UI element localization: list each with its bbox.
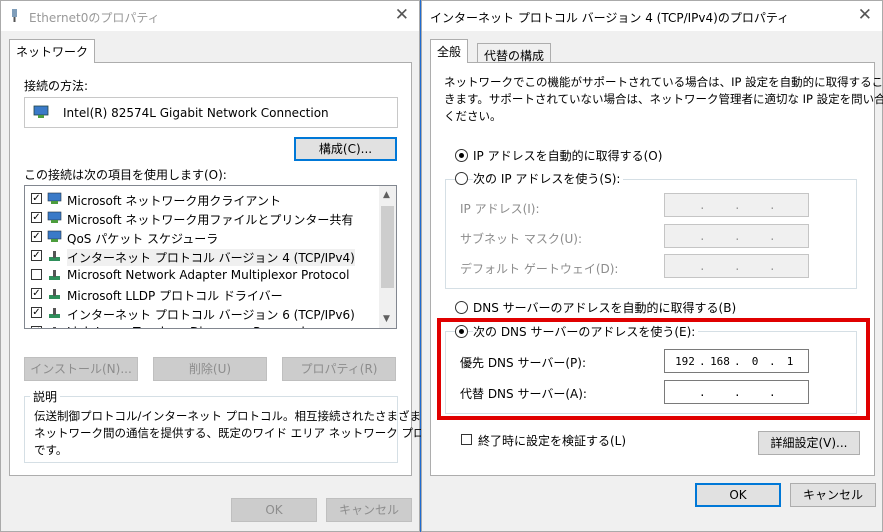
ethernet-properties-window: Ethernet0のプロパティ ✕ ネットワーク 接続の方法: Intel(R)… bbox=[0, 0, 459, 532]
tab-panel: 接続の方法: Intel(R) 82574L Gigabit Network C… bbox=[9, 62, 459, 476]
item-label: Microsoft ネットワーク用ファイルとプリンター共有 bbox=[67, 213, 354, 227]
install-button[interactable]: インストール(N)... bbox=[24, 357, 138, 381]
item-checkbox[interactable]: ✓ bbox=[31, 212, 42, 223]
items-label: この接続は次の項目を使用します(O): bbox=[24, 168, 227, 182]
title-bar[interactable]: インターネット プロトコル バージョン 4 (TCP/IPv4)のプロパティ ✕ bbox=[422, 1, 882, 31]
file-printer-sharing-icon bbox=[47, 211, 62, 223]
ip-address-label: IP アドレス(I): bbox=[460, 202, 540, 216]
connect-using-label: 接続の方法: bbox=[24, 79, 89, 93]
network-client-icon bbox=[47, 192, 62, 204]
advanced-button[interactable]: 詳細設定(V)... bbox=[758, 431, 860, 455]
ip-manual-label[interactable]: 次の IP アドレスを使う(S): bbox=[473, 170, 624, 187]
validate-label[interactable]: 終了時に設定を検証する(L) bbox=[478, 432, 626, 449]
adapter-box: Intel(R) 82574L Gigabit Network Connecti… bbox=[24, 97, 398, 128]
intro-text-2: きます。サポートされていない場合は、ネットワーク管理者に適切な IP 設定を問い… bbox=[444, 92, 883, 106]
scroll-thumb[interactable] bbox=[381, 206, 394, 288]
list-item[interactable]: ✓ Link-Layer Topology Discovery Responder bbox=[31, 323, 371, 328]
item-label: Microsoft Network Adapter Multiplexor Pr… bbox=[67, 268, 350, 282]
tab-general[interactable]: 全般 bbox=[430, 39, 469, 63]
scroll-up-icon[interactable]: ▲ bbox=[383, 190, 390, 200]
description-label: 説明 bbox=[30, 388, 61, 405]
item-label: インターネット プロトコル バージョン 6 (TCP/IPv6) bbox=[67, 308, 355, 322]
list-item[interactable]: ✓ インターネット プロトコル バージョン 6 (TCP/IPv6) bbox=[31, 304, 371, 323]
list-item[interactable]: ✓ インターネット プロトコル バージョン 4 (TCP/IPv4) bbox=[31, 247, 371, 266]
item-label: QoS パケット スケジューラ bbox=[67, 232, 219, 246]
validate-checkbox[interactable] bbox=[461, 434, 472, 445]
uninstall-button[interactable]: 削除(U) bbox=[153, 357, 267, 381]
configure-button[interactable]: 構成(C)... bbox=[294, 137, 397, 161]
list-item[interactable]: ✓ Microsoft ネットワーク用クライアント bbox=[31, 190, 371, 209]
item-label: インターネット プロトコル バージョン 4 (TCP/IPv4) bbox=[67, 249, 355, 266]
protocol-icon bbox=[49, 289, 60, 299]
item-checkbox[interactable]: ✓ bbox=[31, 326, 42, 328]
item-checkbox[interactable]: ✓ bbox=[31, 250, 42, 261]
item-checkbox[interactable]: ✓ bbox=[31, 231, 42, 242]
description-text-3: です。 bbox=[34, 443, 68, 457]
network-adapter-icon bbox=[12, 9, 17, 22]
protocol-icon bbox=[49, 251, 60, 261]
cancel-button[interactable]: キャンセル bbox=[326, 498, 412, 522]
ok-button[interactable]: OK bbox=[695, 483, 781, 507]
item-label: Microsoft ネットワーク用クライアント bbox=[67, 194, 281, 208]
default-gateway-label: デフォルト ゲートウェイ(D): bbox=[460, 262, 619, 276]
dns-auto-label[interactable]: DNS サーバーのアドレスを自動的に取得する(B) bbox=[473, 299, 736, 316]
ip-manual-radio[interactable] bbox=[455, 172, 468, 185]
protocol-icon bbox=[53, 327, 56, 328]
subnet-mask-label: サブネット マスク(U): bbox=[460, 232, 583, 246]
items-list[interactable]: ✓ Microsoft ネットワーク用クライアント ✓ Microsoft ネットワー… bbox=[24, 185, 397, 329]
close-icon[interactable]: ✕ bbox=[858, 5, 872, 25]
ip-auto-radio[interactable] bbox=[455, 149, 468, 162]
properties-button[interactable]: プロパティ(R) bbox=[282, 357, 396, 381]
close-icon[interactable]: ✕ bbox=[395, 5, 409, 25]
cancel-button[interactable]: キャンセル bbox=[790, 483, 876, 507]
network-adapter-icon bbox=[33, 105, 49, 118]
list-item[interactable]: Microsoft Network Adapter Multiplexor Pr… bbox=[31, 266, 371, 285]
item-checkbox[interactable]: ✓ bbox=[31, 288, 42, 299]
qos-icon bbox=[47, 230, 62, 242]
description-text-2: ネットワーク間の通信を提供する、既定のワイド エリア ネットワーク プロトコル bbox=[34, 426, 459, 440]
window-title: Ethernet0のプロパティ bbox=[29, 11, 160, 25]
ok-button[interactable]: OK bbox=[231, 498, 317, 522]
ipv4-properties-window: インターネット プロトコル バージョン 4 (TCP/IPv4)のプロパティ ✕… bbox=[421, 0, 883, 532]
description-text-1: 伝送制御プロトコル/インターネット プロトコル。相互接続されたさまざまな bbox=[34, 409, 433, 423]
item-checkbox[interactable]: ✓ bbox=[31, 307, 42, 318]
intro-text-3: ください。 bbox=[444, 109, 502, 123]
tab-alternate-config[interactable]: 代替の構成 bbox=[477, 43, 552, 64]
protocol-icon bbox=[49, 270, 60, 280]
list-scrollbar[interactable]: ▲ ▼ bbox=[379, 186, 396, 328]
tab-network[interactable]: ネットワーク bbox=[9, 39, 96, 63]
protocol-icon bbox=[49, 308, 60, 318]
list-item[interactable]: ✓ QoS パケット スケジューラ bbox=[31, 228, 371, 247]
dns-auto-radio[interactable] bbox=[455, 301, 468, 314]
list-item[interactable]: ✓ Microsoft ネットワーク用ファイルとプリンター共有 bbox=[31, 209, 371, 228]
intro-text-1: ネットワークでこの機能がサポートされている場合は、IP 設定を自動的に取得するこ… bbox=[444, 75, 883, 89]
dns-highlight-box bbox=[437, 318, 870, 420]
default-gateway-field[interactable]: ... bbox=[664, 254, 809, 278]
ip-address-field[interactable]: ... bbox=[664, 193, 809, 217]
list-item[interactable]: ✓ Microsoft LLDP プロトコル ドライバー bbox=[31, 285, 371, 304]
scroll-down-icon[interactable]: ▼ bbox=[383, 314, 390, 324]
subnet-mask-field[interactable]: ... bbox=[664, 224, 809, 248]
title-bar[interactable]: Ethernet0のプロパティ ✕ bbox=[1, 1, 419, 31]
adapter-name: Intel(R) 82574L Gigabit Network Connecti… bbox=[63, 106, 329, 120]
window-title: インターネット プロトコル バージョン 4 (TCP/IPv4)のプロパティ bbox=[430, 11, 790, 25]
item-label: Link-Layer Topology Discovery Responder bbox=[67, 325, 317, 328]
item-label: Microsoft LLDP プロトコル ドライバー bbox=[67, 289, 283, 303]
ip-auto-label[interactable]: IP アドレスを自動的に取得する(O) bbox=[473, 147, 662, 164]
item-checkbox[interactable]: ✓ bbox=[31, 193, 42, 204]
item-checkbox[interactable] bbox=[31, 269, 42, 280]
